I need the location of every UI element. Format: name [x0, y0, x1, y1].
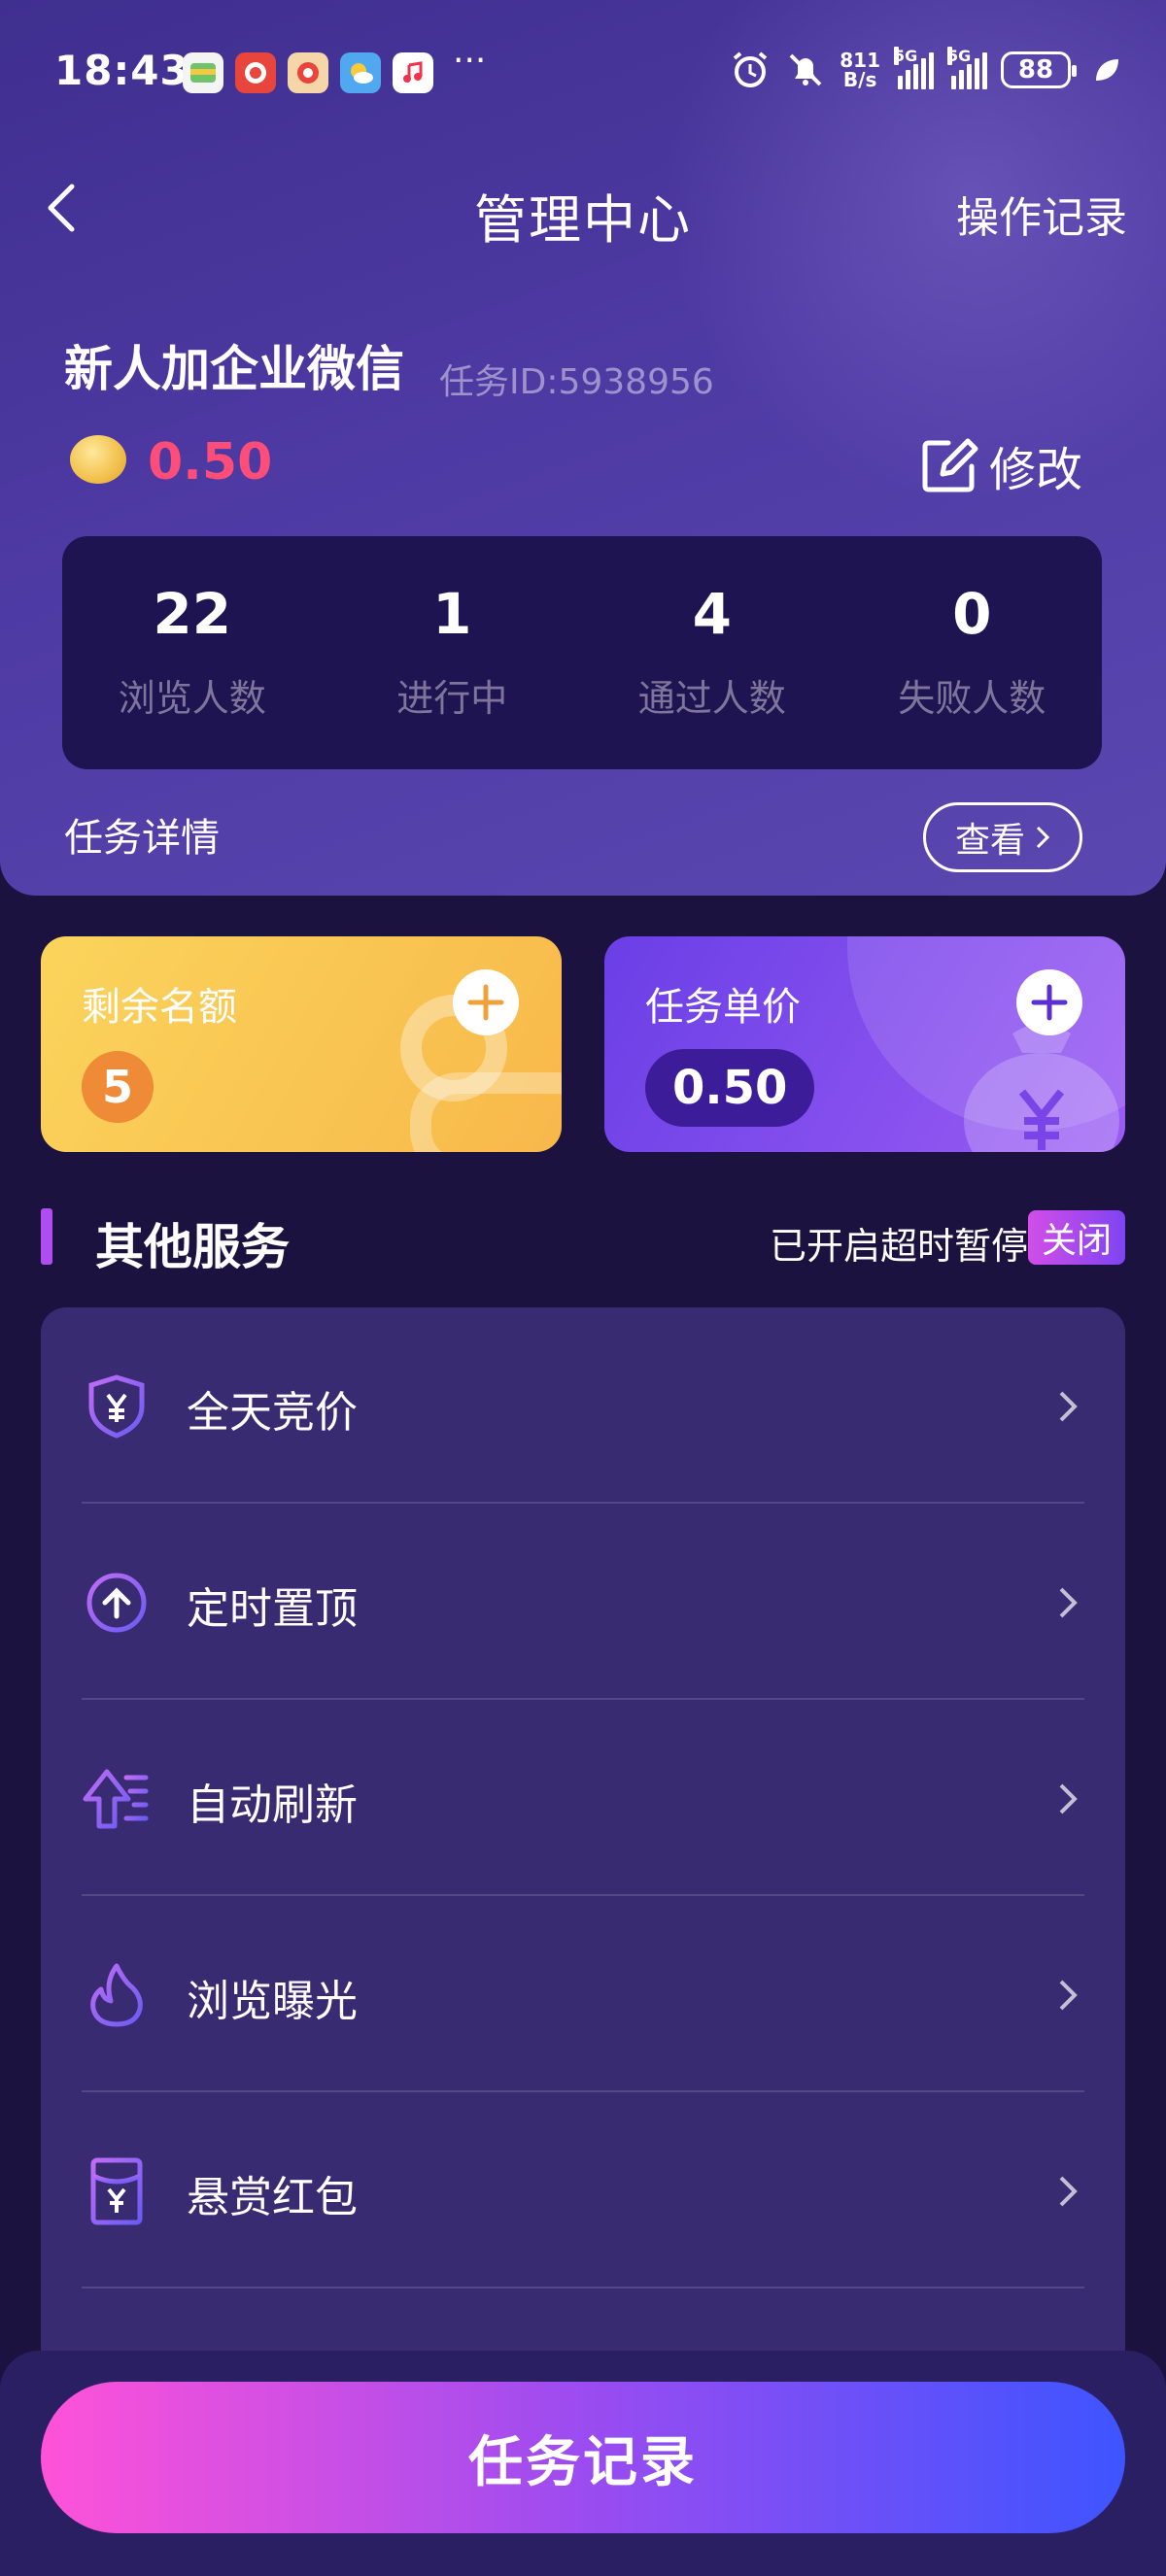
task-id: 任务ID:5938956 — [439, 362, 714, 402]
plus-icon — [1031, 984, 1068, 1021]
edit-icon — [922, 438, 978, 492]
stat-failed: 0 失败人数 — [842, 536, 1103, 769]
view-detail-button[interactable]: 查看 — [923, 802, 1082, 872]
task-title: 新人加企业微信 — [64, 341, 404, 397]
operation-log-link[interactable]: 操作记录 — [956, 183, 1127, 245]
network-speed-unit: B/s — [842, 68, 877, 91]
stat-label: 进行中 — [396, 677, 508, 720]
arrow-up-circle-icon — [86, 1573, 147, 1633]
service-label: 定时置顶 — [187, 1584, 358, 1634]
signal-1-label: 5G — [894, 47, 918, 65]
nav-bar: 管理中心 操作记录 — [0, 165, 1166, 253]
shield-yen-icon — [88, 1374, 145, 1439]
music-app-icon — [393, 52, 433, 93]
quota-label: 剩余名额 — [82, 985, 237, 1030]
page: 18:43 ··· 811 B/s 5G 5G 88 管理中心 操作记录 新人加… — [0, 0, 1166, 2576]
chevron-right-icon — [1036, 826, 1050, 849]
wallet-app-icon — [183, 52, 223, 93]
chevron-right-icon — [1059, 1587, 1078, 1618]
task-records-button[interactable]: 任务记录 — [41, 2382, 1125, 2533]
add-quota-button[interactable] — [453, 969, 519, 1035]
status-bar: 18:43 ··· 811 B/s 5G 5G 88 — [0, 39, 1166, 109]
weather-app-icon — [340, 52, 381, 93]
refresh-up-icon — [83, 1769, 149, 1829]
bell-mute-icon — [789, 53, 822, 86]
chevron-right-icon — [1059, 1783, 1078, 1814]
unit-price-value: 0.50 — [645, 1049, 815, 1127]
plus-icon — [467, 984, 504, 1021]
stat-value: 1 — [432, 581, 472, 647]
unit-price-card[interactable]: 任务单价 0.50 — [604, 936, 1125, 1152]
status-right: 811 B/s 5G 5G 88 — [729, 47, 1121, 91]
edit-button[interactable]: 修改 — [919, 431, 1082, 499]
alarm-icon — [733, 51, 768, 87]
battery-icon: 88 — [1001, 51, 1077, 88]
signal-1-icon: 5G — [894, 47, 934, 89]
coin-icon — [70, 435, 126, 484]
timeout-pause-toggle[interactable]: 关闭 — [1028, 1210, 1125, 1265]
stat-label: 失败人数 — [898, 677, 1046, 720]
stat-label: 通过人数 — [637, 677, 786, 720]
signal-2-icon: 5G — [947, 47, 987, 89]
stat-label: 浏览人数 — [118, 677, 266, 720]
add-unit-price-button[interactable] — [1016, 969, 1082, 1035]
section-title: 其他服务 — [95, 1219, 290, 1275]
money-bag-icon — [964, 1024, 1119, 1152]
bottom-bar: 任务记录 — [0, 2351, 1166, 2576]
chevron-right-icon — [1059, 1980, 1078, 2011]
network-speed-value: 811 — [840, 49, 880, 72]
stat-views: 22 浏览人数 — [62, 536, 323, 769]
service-label: 悬赏红包 — [187, 2173, 358, 2222]
remaining-quota-card[interactable]: 剩余名额 5 — [41, 936, 562, 1152]
timeout-pause-status: 已开启超时暂停 — [769, 1225, 1028, 1268]
service-label: 全天竞价 — [187, 1388, 358, 1438]
service-label: 浏览曝光 — [187, 1977, 358, 2026]
service-item-all-day-bidding[interactable]: 全天竞价 — [82, 1307, 1084, 1504]
stat-in-progress: 1 进行中 — [323, 536, 583, 769]
stat-passed: 4 通过人数 — [582, 536, 842, 769]
service-label: 自动刷新 — [187, 1780, 358, 1830]
unit-price-label: 任务单价 — [645, 985, 801, 1030]
battery-level: 88 — [1017, 55, 1054, 85]
618-app-2-icon — [288, 52, 328, 93]
quota-value: 5 — [82, 1051, 154, 1123]
flame-icon — [90, 1963, 143, 2027]
status-more-icon: ··· — [453, 41, 487, 81]
red-envelope-icon — [90, 2157, 143, 2225]
section-accent-bar — [41, 1208, 52, 1265]
service-item-reward-red-envelope[interactable]: 悬赏红包 — [82, 2092, 1084, 2288]
service-item-scheduled-pin[interactable]: 定时置顶 — [82, 1504, 1084, 1700]
stat-value: 0 — [952, 581, 992, 647]
view-detail-label: 查看 — [954, 821, 1025, 861]
leaf-icon — [1096, 59, 1118, 81]
stats-panel: 22 浏览人数 1 进行中 4 通过人数 0 失败人数 — [62, 536, 1102, 769]
chevron-right-icon — [1059, 2176, 1078, 2207]
status-app-icons — [183, 52, 433, 93]
status-time: 18:43 — [54, 47, 189, 94]
stat-value: 22 — [153, 581, 232, 647]
decor-ring — [410, 1072, 562, 1152]
network-speed: 811 B/s — [840, 51, 880, 89]
signal-2-label: 5G — [947, 47, 972, 65]
task-price: 0.50 — [148, 433, 273, 491]
618-app-icon — [235, 52, 276, 93]
service-item-browse-exposure[interactable]: 浏览曝光 — [82, 1896, 1084, 2092]
edit-label: 修改 — [988, 443, 1082, 497]
service-item-auto-refresh[interactable]: 自动刷新 — [82, 1700, 1084, 1896]
chevron-right-icon — [1059, 1391, 1078, 1422]
task-detail-label: 任务详情 — [64, 816, 220, 861]
stat-value: 4 — [692, 581, 732, 647]
